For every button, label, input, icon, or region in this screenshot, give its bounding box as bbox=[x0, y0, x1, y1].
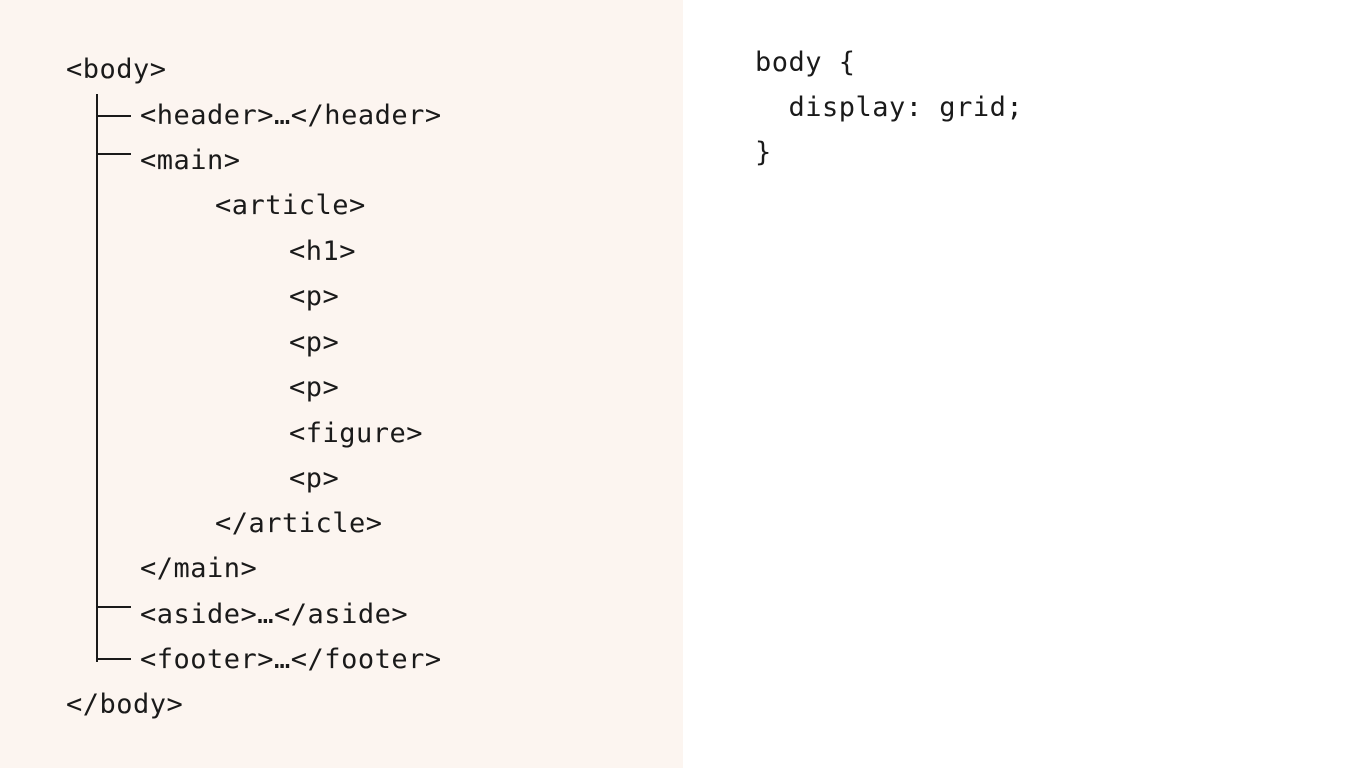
tree-trunk-line bbox=[96, 94, 98, 662]
tree-node-main-open: <main> bbox=[140, 145, 241, 176]
tree-node-main-close: </main> bbox=[140, 553, 258, 584]
tree-node-h1: <h1> bbox=[289, 236, 357, 267]
tree-node-p: <p> bbox=[289, 372, 340, 403]
tree-node-body-close: </body> bbox=[66, 689, 184, 720]
tree-node-body-open: <body> bbox=[66, 54, 167, 85]
tree-node-p: <p> bbox=[289, 463, 340, 494]
tree-branch-aside bbox=[96, 606, 131, 608]
tree-node-header: <header>…</header> bbox=[140, 100, 442, 131]
tree-branch-header bbox=[96, 115, 131, 117]
css-declaration-line: display: grid; bbox=[755, 92, 1024, 123]
tree-branch-main bbox=[96, 153, 131, 155]
tree-node-article-open: <article> bbox=[215, 190, 366, 221]
css-close-brace-line: } bbox=[755, 137, 772, 168]
tree-node-article-close: </article> bbox=[215, 508, 383, 539]
css-selector-line: body { bbox=[755, 47, 856, 78]
tree-node-p: <p> bbox=[289, 327, 340, 358]
tree-node-p: <p> bbox=[289, 281, 340, 312]
tree-node-footer: <footer>…</footer> bbox=[140, 644, 442, 675]
tree-node-aside: <aside>…</aside> bbox=[140, 599, 409, 630]
css-code-panel: body { display: grid; } bbox=[683, 0, 1366, 768]
tree-node-figure: <figure> bbox=[289, 418, 424, 449]
tree-branch-footer bbox=[96, 658, 131, 660]
html-tree-panel: <body> <header>…</header> <main> <articl… bbox=[0, 0, 683, 768]
